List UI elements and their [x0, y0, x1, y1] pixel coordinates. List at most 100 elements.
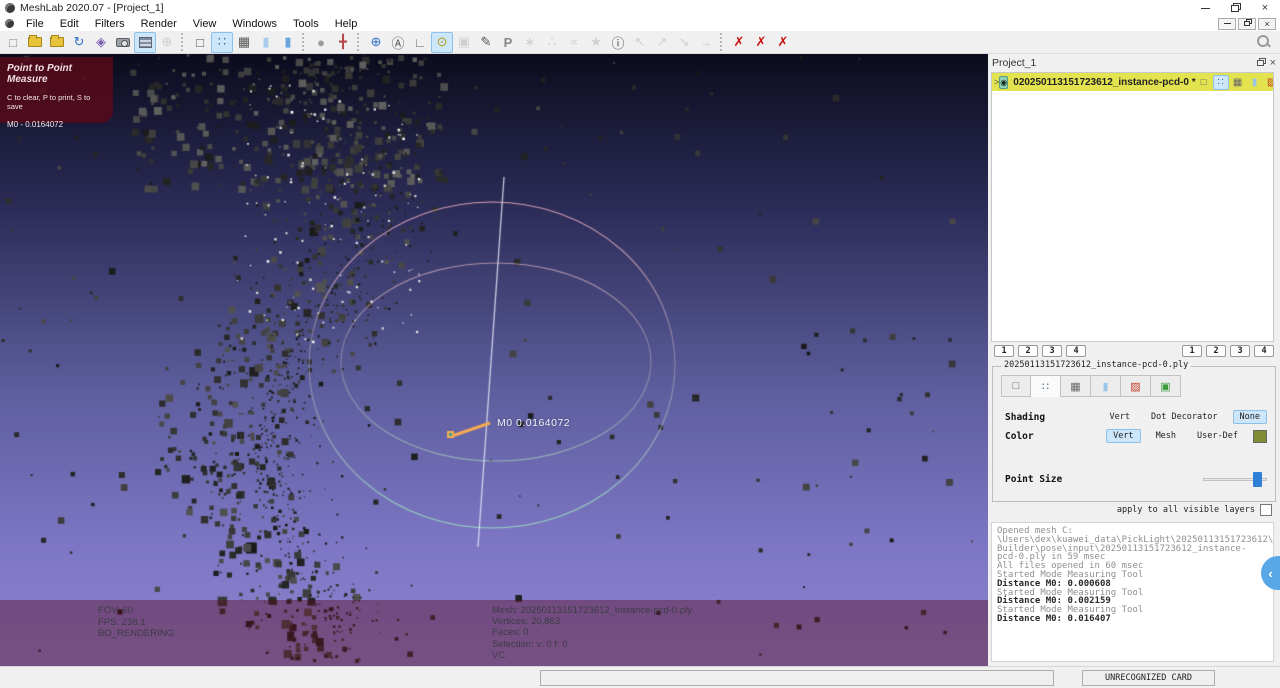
- points-icon[interactable]: ∷: [1212, 74, 1229, 90]
- zpaint-icon[interactable]: ✎: [475, 32, 497, 53]
- layer-row[interactable]: > ◉ 0 20250113151723612_instance-pcd-0 *…: [992, 73, 1273, 91]
- status-message-panel: [540, 670, 1054, 686]
- georef-icon[interactable]: ★: [585, 32, 607, 53]
- mesh-vc: VC: [492, 649, 506, 661]
- slider-handle[interactable]: [1253, 471, 1262, 487]
- trackball-globe-icon[interactable]: ⊕: [365, 32, 387, 53]
- points-icon[interactable]: ∷: [1031, 375, 1061, 397]
- pager-button-4[interactable]: 4: [1066, 345, 1086, 357]
- wireframe-icon[interactable]: ▦: [1061, 375, 1091, 397]
- tape-measure-icon[interactable]: ⊙: [431, 31, 453, 53]
- menu-tools[interactable]: Tools: [285, 16, 327, 31]
- info-icon[interactable]: ⓘ: [607, 32, 629, 53]
- pager-button-2[interactable]: 2: [1018, 345, 1038, 357]
- decimator-icon[interactable]: ∝: [563, 32, 585, 53]
- render-mode: BO_RENDERING: [98, 628, 175, 639]
- flat-icon[interactable]: ▮: [255, 32, 277, 53]
- shading-dot-decorator-option[interactable]: Dot Decorator: [1145, 411, 1224, 423]
- color-vert-option[interactable]: Vert: [1106, 429, 1141, 443]
- pager-button-1[interactable]: 1: [1182, 345, 1202, 357]
- annotation-icon[interactable]: Ⓐ: [387, 32, 409, 53]
- visibility-eye-icon[interactable]: ◉: [999, 75, 1009, 89]
- snapshot-icon: [116, 37, 130, 47]
- lattice-icon[interactable]: ●: [310, 32, 332, 53]
- menu-help[interactable]: Help: [327, 16, 366, 31]
- layer-list: > ◉ 0 20250113151723612_instance-pcd-0 *…: [991, 72, 1274, 342]
- open-project-icon[interactable]: [24, 32, 46, 53]
- title-bar: MeshLab 2020.07 - [Project_1] ×: [0, 0, 1280, 16]
- mdi-minimize-button[interactable]: [1218, 17, 1236, 30]
- select-faces-icon[interactable]: ↗: [651, 32, 673, 53]
- snapshot-icon[interactable]: [112, 32, 134, 53]
- pointcloud-align-icon[interactable]: ∴: [541, 32, 563, 53]
- point-size-slider[interactable]: [1203, 471, 1267, 487]
- pager-button-3[interactable]: 3: [1230, 345, 1250, 357]
- apply-all-label: apply to all visible layers: [1116, 505, 1255, 515]
- point-cloud-canvas[interactable]: [0, 54, 988, 666]
- import-mesh-icon[interactable]: [46, 32, 68, 53]
- menu-file[interactable]: File: [18, 16, 52, 31]
- shader-icon[interactable]: ▣: [1151, 375, 1181, 397]
- mesh-faces: Faces: 0: [492, 627, 529, 639]
- select-area-icon[interactable]: ↘: [673, 32, 695, 53]
- groupbox-title: 20250113151723612_instance-pcd-0.ply: [1001, 360, 1192, 370]
- menu-view[interactable]: View: [185, 16, 225, 31]
- color-mesh-option[interactable]: Mesh: [1150, 430, 1182, 442]
- paintbox-icon[interactable]: P: [497, 32, 519, 53]
- align-icon[interactable]: ∗: [519, 32, 541, 53]
- search-icon[interactable]: [1256, 34, 1272, 50]
- select-vertices-icon[interactable]: ↖: [629, 32, 651, 53]
- pager-button-3[interactable]: 3: [1042, 345, 1062, 357]
- delete-all-icon[interactable]: ✗: [772, 32, 794, 53]
- mdi-restore-button[interactable]: [1238, 17, 1256, 30]
- show-raster-icon[interactable]: ⊕: [156, 32, 178, 53]
- 3d-viewport[interactable]: Point to Point Measure C to clear, P to …: [0, 54, 988, 666]
- bbox-icon[interactable]: □: [1001, 375, 1031, 397]
- userdef-color-swatch[interactable]: [1253, 429, 1267, 443]
- menu-filters[interactable]: Filters: [87, 16, 133, 31]
- pager-button-2[interactable]: 2: [1206, 345, 1226, 357]
- bbox-icon[interactable]: □: [1196, 75, 1212, 90]
- axes-icon[interactable]: ╋: [332, 32, 354, 53]
- minimize-button[interactable]: [1190, 0, 1220, 16]
- color-userdef-option[interactable]: User-Def: [1191, 430, 1244, 442]
- import-mesh-icon: [50, 35, 64, 47]
- viewport-info-strip: FOV: 60 FPS: 238.1 BO_RENDERING Mesh: 20…: [0, 600, 988, 666]
- measure-overlay-title: Point to Point Measure: [7, 63, 72, 85]
- restore-icon: [1231, 4, 1239, 12]
- pager-button-1[interactable]: 1: [994, 345, 1014, 357]
- restore-button[interactable]: [1220, 0, 1250, 16]
- flat-icon[interactable]: ▮: [1247, 75, 1263, 90]
- mdi-close-button[interactable]: ×: [1258, 17, 1276, 30]
- texture-icon[interactable]: ▨: [1121, 375, 1151, 397]
- menu-render[interactable]: Render: [133, 16, 185, 31]
- menu-edit[interactable]: Edit: [52, 16, 87, 31]
- close-panel-icon[interactable]: ×: [1270, 57, 1276, 69]
- shading-vert-option[interactable]: Vert: [1104, 411, 1136, 423]
- wireframe-icon[interactable]: ▦: [233, 32, 255, 53]
- shading-none-option[interactable]: None: [1232, 410, 1267, 424]
- select-arrow-icon[interactable]: →: [695, 32, 717, 53]
- flat-icon[interactable]: ▮: [1091, 375, 1121, 397]
- reload-icon[interactable]: ↻: [68, 32, 90, 53]
- export-mesh-icon[interactable]: ◈: [90, 32, 112, 53]
- close-button[interactable]: ×: [1250, 0, 1280, 16]
- color-label: Color: [1005, 430, 1034, 442]
- sensor-camera-icon[interactable]: ▣: [453, 32, 475, 53]
- new-project-icon[interactable]: □: [2, 32, 24, 53]
- bbox-icon[interactable]: □: [189, 32, 211, 53]
- delete-current-raster-icon[interactable]: ✗: [750, 32, 772, 53]
- angle-measure-icon[interactable]: ∟: [409, 32, 431, 53]
- pager-button-4[interactable]: 4: [1254, 345, 1274, 357]
- menu-windows[interactable]: Windows: [224, 16, 285, 31]
- smooth-icon[interactable]: ▮: [277, 32, 299, 53]
- points-icon[interactable]: ∷: [211, 31, 233, 53]
- show-layer-dialog-icon[interactable]: [134, 31, 156, 53]
- float-panel-icon[interactable]: [1256, 59, 1264, 66]
- wireframe-icon[interactable]: ▦: [1230, 75, 1246, 90]
- mesh-selection: Selection: v: 0 f: 0: [492, 638, 568, 650]
- apply-all-checkbox[interactable]: [1260, 504, 1272, 516]
- texture-icon[interactable]: ▨: [1264, 75, 1273, 90]
- delete-current-mesh-icon[interactable]: ✗: [728, 32, 750, 53]
- meshlab-logo-icon: [5, 19, 14, 28]
